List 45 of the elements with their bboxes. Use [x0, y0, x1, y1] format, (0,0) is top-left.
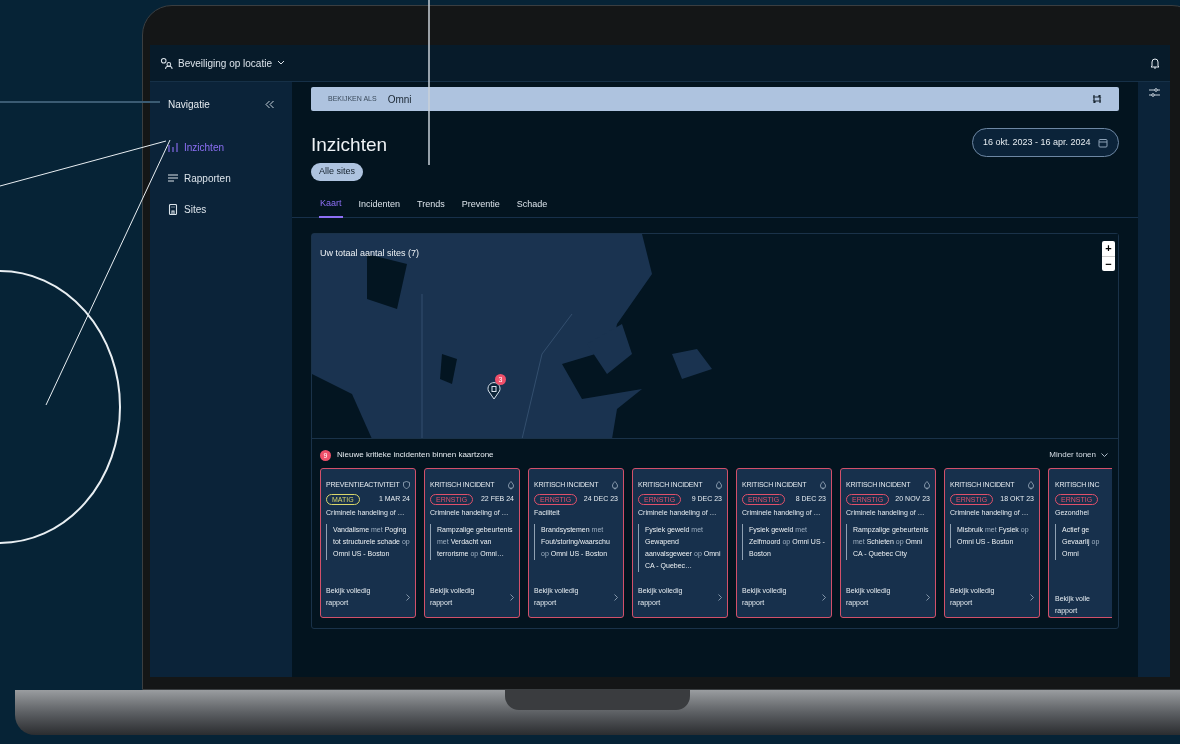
- guard-icon: [160, 56, 173, 70]
- flame-icon: [612, 480, 618, 490]
- tab[interactable]: Preventie: [460, 192, 501, 218]
- building-icon: [168, 204, 178, 215]
- app-switcher[interactable]: Beveiliging op locatie: [160, 55, 285, 71]
- filter-sliders-icon[interactable]: [1148, 87, 1160, 98]
- sidebar-item[interactable]: Inzichten: [168, 140, 274, 155]
- date-range-picker[interactable]: 16 okt. 2023 - 16 apr. 2024: [972, 128, 1119, 157]
- incidents-heading: Nieuwe kritieke incidenten binnen kaartzone: [337, 449, 494, 461]
- sidebar-title: Navigatie: [168, 97, 210, 112]
- shield-icon: [403, 481, 410, 490]
- map-title: Uw totaal aantal sites (7): [320, 247, 420, 260]
- show-less-toggle[interactable]: Minder tonen: [1049, 449, 1110, 461]
- tab[interactable]: Kaart: [319, 192, 343, 218]
- site-marker-icon[interactable]: [487, 382, 501, 400]
- bar-chart-icon: [168, 142, 178, 153]
- flame-icon: [716, 480, 722, 490]
- chevron-right-icon: [718, 593, 722, 601]
- chevron-down-icon: [276, 60, 285, 66]
- flame-icon: [1028, 480, 1034, 490]
- chevron-down-icon: [1101, 452, 1108, 458]
- tab[interactable]: Trends: [416, 192, 446, 218]
- view-as-value: Omni: [387, 92, 412, 107]
- chevron-right-icon: [406, 593, 410, 601]
- collapse-icon[interactable]: [265, 99, 274, 109]
- zoom-in-button[interactable]: +: [1102, 241, 1115, 256]
- chevron-right-icon: [1030, 593, 1034, 601]
- page-title: Inzichten: [311, 133, 388, 157]
- flame-icon: [508, 480, 514, 490]
- tab[interactable]: Incidenten: [357, 192, 402, 218]
- list-icon: [168, 173, 178, 184]
- bell-icon[interactable]: [1150, 57, 1160, 69]
- calendar-icon: [1098, 137, 1108, 148]
- chevron-right-icon: [510, 593, 514, 601]
- flame-icon: [924, 480, 930, 490]
- zoom-out-button[interactable]: −: [1102, 256, 1115, 271]
- chevron-right-icon: [926, 593, 930, 601]
- swap-icon[interactable]: [1092, 94, 1102, 104]
- chevron-right-icon: [822, 593, 826, 601]
- chevron-right-icon: [614, 593, 618, 601]
- sidebar-item[interactable]: Sites: [168, 202, 274, 217]
- flame-icon: [820, 480, 826, 490]
- tab[interactable]: Schade: [515, 192, 549, 218]
- filter-chip[interactable]: Alle sites: [311, 163, 363, 181]
- sidebar-item[interactable]: Rapporten: [168, 171, 274, 186]
